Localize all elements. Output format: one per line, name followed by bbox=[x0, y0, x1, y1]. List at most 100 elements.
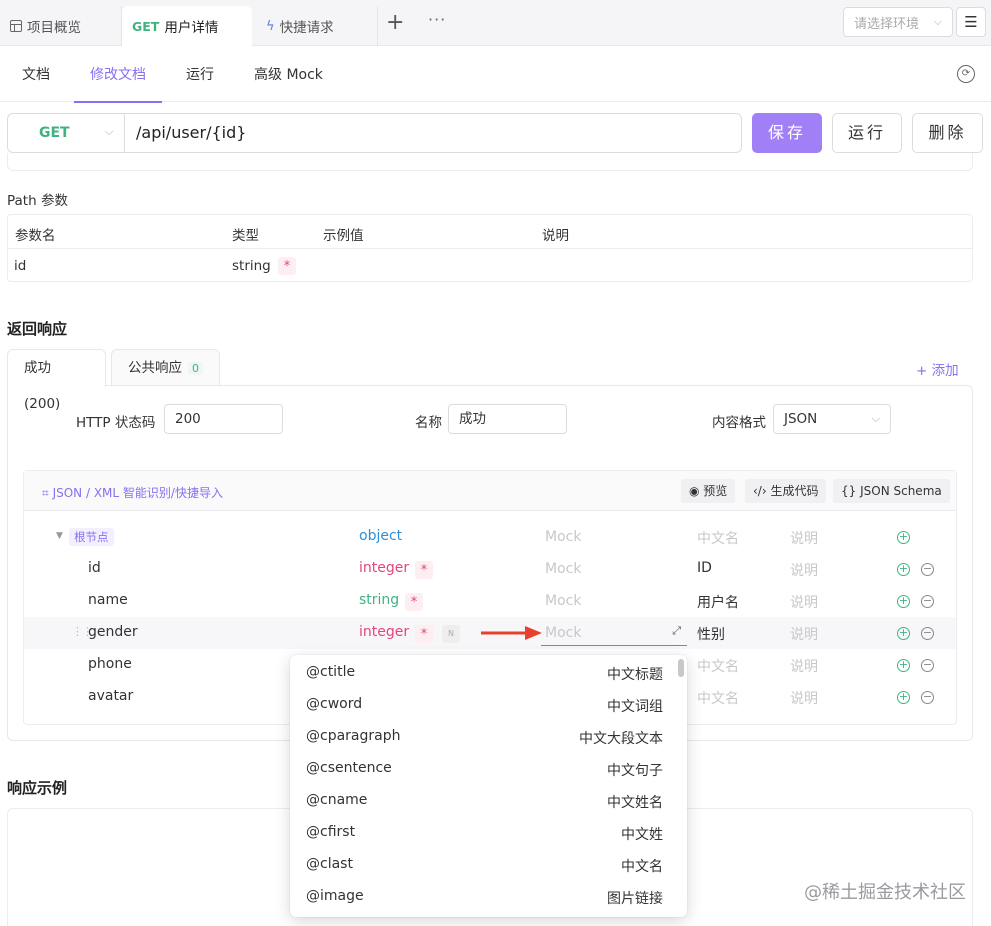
tab-project-overview[interactable]: 项目概览 bbox=[0, 6, 122, 46]
required-badge[interactable]: * bbox=[278, 257, 296, 275]
remove-circle-icon[interactable]: − bbox=[921, 691, 934, 704]
cn-name-input[interactable]: 中文名 bbox=[697, 656, 739, 676]
json-schema-button[interactable]: {} JSON Schema bbox=[833, 479, 950, 503]
column-header: 类型 bbox=[232, 228, 259, 244]
dropdown-item[interactable]: @cword 中文词组 bbox=[290, 688, 687, 720]
delete-button[interactable]: 删除 bbox=[912, 113, 983, 153]
generate-code-button[interactable]: ‹/› 生成代码 bbox=[745, 479, 827, 503]
mock-input[interactable]: Mock bbox=[545, 561, 581, 577]
tab-run[interactable]: 运行 bbox=[186, 46, 214, 102]
tab-docs[interactable]: 文档 bbox=[22, 46, 50, 102]
add-circle-icon[interactable]: + bbox=[897, 627, 910, 640]
caret-down-icon[interactable]: ▼ bbox=[56, 531, 63, 541]
schema-row-gender[interactable]: ⋮⋮ gender integer * N Mock ⤢ 性别 说明 + − bbox=[24, 617, 956, 649]
url-input[interactable]: /api/user/{id} bbox=[124, 113, 742, 153]
layout-icon bbox=[10, 20, 22, 32]
chevron-down-icon: ⌵ bbox=[933, 15, 942, 28]
mock-label: 中文句子 bbox=[607, 763, 663, 779]
dropdown-item[interactable]: @cparagraph 中文大段文本 bbox=[290, 720, 687, 752]
param-type[interactable]: string bbox=[232, 258, 271, 274]
sync-icon[interactable]: ⟳ bbox=[957, 65, 975, 83]
preview-button[interactable]: ◉ 预览 bbox=[681, 479, 736, 503]
field-type[interactable]: integer bbox=[359, 560, 409, 576]
remove-circle-icon[interactable]: − bbox=[921, 627, 934, 640]
add-circle-icon[interactable]: + bbox=[897, 531, 910, 544]
mock-input-active[interactable]: Mock ⤢ bbox=[541, 619, 687, 646]
expand-icon[interactable]: ⤢ bbox=[672, 624, 681, 638]
path-params-title: Path 参数 bbox=[7, 193, 68, 209]
field-name[interactable]: name bbox=[88, 592, 128, 608]
field-type[interactable]: object bbox=[359, 528, 402, 544]
add-circle-icon[interactable]: + bbox=[897, 659, 910, 672]
add-response-button[interactable]: + 添加 bbox=[916, 359, 959, 379]
schema-row-root[interactable]: ▼ 根节点 object Mock 中文名 说明 + bbox=[24, 521, 956, 553]
dropdown-item[interactable]: @csentence 中文句子 bbox=[290, 752, 687, 784]
description-input[interactable]: 说明 bbox=[790, 560, 818, 580]
tab-edit-docs[interactable]: 修改文档 bbox=[74, 46, 162, 103]
tab-quick-request[interactable]: ϟ 快捷请求 bbox=[256, 6, 378, 46]
tab-user-detail[interactable]: GET 用户详情 bbox=[122, 6, 252, 46]
remove-circle-icon[interactable]: − bbox=[921, 659, 934, 672]
required-badge[interactable]: * bbox=[415, 625, 433, 643]
run-button[interactable]: 运行 bbox=[832, 113, 902, 153]
param-name[interactable]: id bbox=[14, 258, 26, 274]
count-badge: 0 bbox=[188, 362, 203, 375]
description-input[interactable]: 说明 bbox=[790, 688, 818, 708]
tab-advanced-mock[interactable]: 高级 Mock bbox=[254, 46, 323, 102]
add-circle-icon[interactable]: + bbox=[897, 691, 910, 704]
response-example-title: 响应示例 bbox=[7, 779, 68, 797]
description-input[interactable]: 说明 bbox=[790, 592, 818, 612]
tab-success-200[interactable]: 成功 (200) bbox=[7, 349, 106, 412]
schema-row-id[interactable]: id integer * Mock ID 说明 + − bbox=[24, 553, 956, 585]
menu-icon[interactable]: ☰ bbox=[956, 7, 986, 37]
dropdown-item[interactable]: @image 图片链接 bbox=[290, 880, 687, 912]
code-icon: ‹/› bbox=[753, 484, 771, 498]
mock-label: 中文词组 bbox=[607, 699, 663, 715]
method-select[interactable]: GET ⌵ bbox=[7, 113, 124, 153]
content-format-select[interactable]: JSON ⌵ bbox=[773, 404, 891, 434]
save-button[interactable]: 保存 bbox=[752, 113, 822, 153]
add-circle-icon[interactable]: + bbox=[897, 595, 910, 608]
new-tab-button[interactable]: + bbox=[386, 12, 404, 34]
smart-import-label: JSON / XML 智能识别/快捷导入 bbox=[52, 486, 223, 500]
environment-placeholder: 请选择环境 bbox=[854, 16, 920, 32]
remove-circle-icon[interactable]: − bbox=[921, 595, 934, 608]
field-type[interactable]: string bbox=[359, 592, 399, 608]
status-code-input[interactable]: 200 bbox=[164, 404, 283, 434]
cn-name-input[interactable]: 中文名 bbox=[697, 528, 739, 548]
description-input[interactable]: 说明 bbox=[790, 624, 818, 644]
tab-common-response[interactable]: 公共响应 0 bbox=[111, 349, 220, 386]
dropdown-item[interactable]: @ctitle 中文标题 bbox=[290, 656, 687, 688]
field-type[interactable]: integer bbox=[359, 624, 409, 640]
cn-name-input[interactable]: 用户名 bbox=[697, 592, 739, 612]
mock-key: @clast bbox=[306, 856, 353, 872]
field-name[interactable]: gender bbox=[88, 624, 138, 640]
eye-icon: ◉ bbox=[689, 484, 704, 498]
json-schema-label: JSON Schema bbox=[860, 484, 942, 498]
field-name[interactable]: id bbox=[88, 560, 101, 576]
nullable-badge[interactable]: N bbox=[442, 625, 460, 643]
dropdown-item[interactable]: @clast 中文名 bbox=[290, 848, 687, 880]
field-name[interactable]: phone bbox=[88, 656, 132, 672]
field-name[interactable]: avatar bbox=[88, 688, 133, 704]
name-input[interactable]: 成功 bbox=[448, 404, 567, 434]
more-tabs-button[interactable]: ··· bbox=[428, 10, 446, 29]
required-badge[interactable]: * bbox=[405, 593, 423, 611]
add-circle-icon[interactable]: + bbox=[897, 563, 910, 576]
schema-row-name[interactable]: name string * Mock 用户名 说明 + − bbox=[24, 585, 956, 617]
required-badge[interactable]: * bbox=[415, 561, 433, 579]
cn-name-input[interactable]: ID bbox=[697, 560, 712, 576]
description-input[interactable]: 说明 bbox=[790, 656, 818, 676]
smart-import-button[interactable]: ⌗ JSON / XML 智能识别/快捷导入 bbox=[42, 484, 223, 501]
dropdown-item[interactable]: @cfirst 中文姓 bbox=[290, 816, 687, 848]
remove-circle-icon[interactable]: − bbox=[921, 563, 934, 576]
cn-name-input[interactable]: 性别 bbox=[697, 624, 725, 644]
description-input[interactable]: 说明 bbox=[790, 528, 818, 548]
mock-input[interactable]: Mock bbox=[545, 529, 581, 545]
environment-select[interactable]: 请选择环境 ⌵ bbox=[843, 7, 953, 37]
chevron-down-icon: ⌵ bbox=[871, 412, 880, 425]
cn-name-input[interactable]: 中文名 bbox=[697, 688, 739, 708]
mock-input[interactable]: Mock bbox=[545, 593, 581, 609]
tab-label: 快捷请求 bbox=[279, 20, 334, 36]
dropdown-item[interactable]: @cname 中文姓名 bbox=[290, 784, 687, 816]
